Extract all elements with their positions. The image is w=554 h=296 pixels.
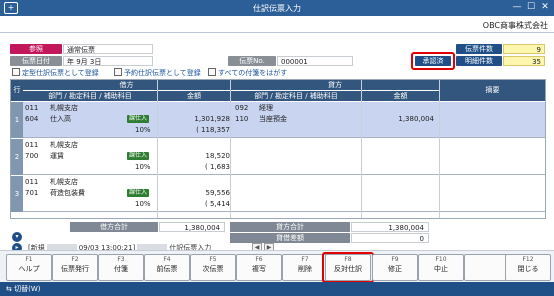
tax-badge: 課仕入 [127, 189, 150, 197]
table-row[interactable]: 011 札幌支店 701 荷造包装費 課仕入 10% 59,556 ( 5,41… [23, 176, 545, 212]
row-number: 2 [11, 139, 23, 175]
title-bar: + 仕訳伝票入力 — ☐ ✕ [0, 0, 554, 16]
credit-dept-code: 092 [235, 104, 249, 112]
column-divider [439, 80, 440, 218]
register-scheduled-voucher-link[interactable]: 予約仕訳伝票として登録 [114, 68, 201, 78]
debit-dept-code: 011 [25, 141, 39, 149]
debit-account-header: 部門 / 勘定科目 / 補助科目 [23, 91, 157, 101]
tax-rate: 10% [135, 126, 151, 134]
debit-dept-name: 札幌支店 [50, 104, 78, 112]
memo-header: 摘要 [440, 80, 545, 101]
debit-dept-code: 011 [25, 178, 39, 186]
minimize-icon[interactable]: — [510, 2, 524, 14]
credit-account-name: 当座預金 [259, 115, 287, 123]
f1-help-button[interactable]: F1 ヘルプ [6, 254, 52, 281]
debit-account-name: 仕入高 [50, 115, 71, 123]
debit-account-code: 701 [25, 189, 39, 197]
column-divider [361, 80, 362, 218]
debit-dept-code: 011 [25, 104, 39, 112]
reference-value[interactable]: 通常伝票 [63, 44, 153, 54]
f2-print-button[interactable]: F2 伝票発行 [52, 254, 98, 281]
detail-count-value: 35 [503, 56, 545, 66]
credit-amount-header: 金額 [362, 91, 439, 101]
voucher-no-input[interactable]: 000001 [277, 56, 353, 66]
debit-amount: 1,301,928 [194, 115, 230, 123]
voucher-no-label: 伝票No. [228, 56, 276, 66]
f5-next-voucher-button[interactable]: F5 次伝票 [190, 254, 236, 281]
debit-total-label: 借方合計 [70, 222, 158, 232]
company-name: OBC商事株式会社 [482, 21, 548, 30]
status-highlight [411, 52, 455, 70]
debit-total-value: 1,380,004 [159, 222, 225, 232]
debit-dept-name: 札幌支店 [50, 178, 78, 186]
debit-account-name: 荷造包装費 [50, 189, 85, 197]
credit-amount: 1,380,004 [398, 115, 434, 123]
balance-diff-label: 貸借差額 [230, 233, 350, 243]
voucher-count-label: 伝票件数 [456, 44, 502, 54]
voucher-count-value: 9 [503, 44, 545, 54]
close-icon[interactable]: ✕ [538, 2, 552, 14]
column-divider [230, 80, 231, 218]
voucher-date-input[interactable]: 年 9月 3日 [63, 56, 153, 66]
credit-account-header: 部門 / 勘定科目 / 補助科目 [231, 91, 361, 101]
f12-close-button[interactable]: F12 閉じる [505, 254, 551, 281]
debit-account-name: 運賃 [50, 152, 64, 160]
row-number-header: 行 [11, 80, 23, 101]
bottom-bar: ⇆ 切替(W) [0, 282, 554, 296]
tax-badge: 課仕入 [127, 152, 150, 160]
maximize-icon[interactable]: ☐ [524, 2, 538, 14]
remove-all-notes-link[interactable]: すべての付箋をはがす [208, 68, 287, 78]
debit-tax-amount: ( 118,357 [196, 126, 230, 134]
credit-total-label: 貸方合計 [230, 222, 350, 232]
tax-rate: 10% [135, 163, 151, 171]
debit-account-code: 700 [25, 152, 39, 160]
reference-label: 参照 [10, 44, 62, 54]
column-divider [157, 80, 158, 218]
table-row[interactable]: 011 札幌支店 604 仕入高 課仕入 10% 1,301,928 ( 118… [23, 102, 545, 138]
credit-total-value: 1,380,004 [351, 222, 429, 232]
detail-count-label: 明細件数 [456, 56, 502, 66]
table-row[interactable]: 011 札幌支店 700 運賃 課仕入 10% 18,520 ( 1,683 [23, 139, 545, 175]
f3-note-button[interactable]: F3 付箋 [98, 254, 144, 281]
function-key-bar: F1 ヘルプ F2 伝票発行 F3 付箋 F4 前伝票 F5 次伝票 F6 複写 F7 削除 … [0, 250, 554, 283]
register-fixed-voucher-link[interactable]: 定型仕訳伝票として登録 [12, 68, 99, 78]
switch-button[interactable]: ⇆ 切替(W) [6, 284, 40, 294]
tax-rate: 10% [135, 200, 151, 208]
row-number: 3 [11, 176, 23, 212]
credit-account-code: 110 [235, 115, 249, 123]
f4-prev-voucher-button[interactable]: F4 前伝票 [144, 254, 190, 281]
calendar-icon [114, 68, 122, 76]
credit-dept-name: 経理 [259, 104, 273, 112]
debit-amount: 59,556 [205, 189, 231, 197]
voucher-date-label: 伝票日付 [10, 56, 62, 66]
main-area: OBC商事株式会社 参照 通常伝票 伝票日付 年 9月 3日 伝票No. 000… [0, 16, 554, 282]
sticky-note-icon [208, 68, 216, 76]
journal-grid: 行 借方 貸方 摘要 部門 / 勘定科目 / 補助科目 金額 部門 / 勘定科目… [10, 79, 546, 219]
debit-tax-amount: ( 1,683 [205, 163, 230, 171]
divider [0, 32, 554, 33]
debit-account-code: 604 [25, 115, 39, 123]
f9-edit-button[interactable]: F9 修正 [372, 254, 418, 281]
debit-tax-amount: ( 5,414 [205, 200, 230, 208]
f6-copy-button[interactable]: F6 複写 [236, 254, 282, 281]
row-number: 1 [11, 102, 23, 138]
f8-highlight [322, 252, 374, 283]
f11-empty-button [464, 254, 510, 281]
credit-header: 貸方 [231, 80, 439, 90]
debit-amount: 18,520 [205, 152, 231, 160]
debit-header: 借方 [23, 80, 230, 90]
debit-dept-name: 札幌支店 [50, 141, 78, 149]
tax-badge: 課仕入 [127, 115, 150, 123]
debit-amount-header: 金額 [158, 91, 230, 101]
f10-cancel-button[interactable]: F10 中止 [418, 254, 464, 281]
expand-icon[interactable]: ▾ [12, 232, 22, 242]
balance-diff-value: 0 [351, 233, 429, 243]
template-icon [12, 68, 20, 76]
window-title: 仕訳伝票入力 [253, 4, 301, 13]
